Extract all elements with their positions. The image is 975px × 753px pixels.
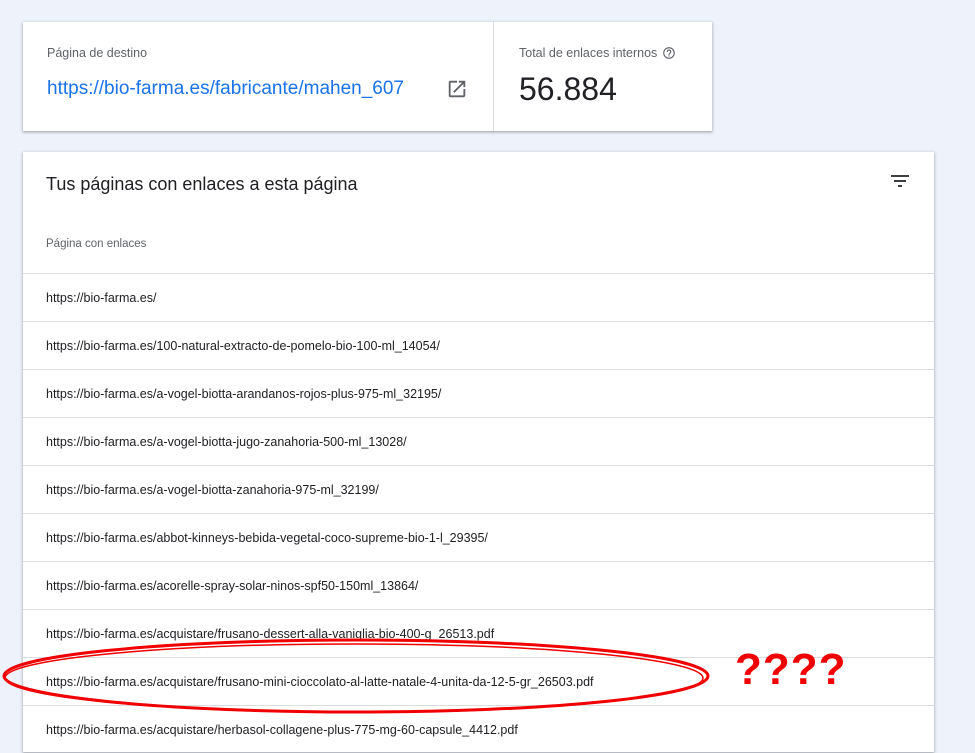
- table-row[interactable]: https://bio-farma.es/acorelle-spray-sola…: [23, 561, 934, 609]
- destination-section: Página de destino https://bio-farma.es/f…: [23, 22, 493, 131]
- destination-label: Página de destino: [47, 46, 148, 60]
- total-label: Total de enlaces internos: [519, 46, 658, 60]
- filter-icon[interactable]: [888, 169, 912, 193]
- open-in-new-icon[interactable]: [446, 78, 468, 100]
- table-row[interactable]: https://bio-farma.es/a-vogel-biotta-aran…: [23, 369, 934, 417]
- table-row[interactable]: https://bio-farma.es/100-natural-extract…: [23, 321, 934, 369]
- total-links-section: Total de enlaces internos 56.884: [494, 22, 712, 131]
- help-icon[interactable]: [662, 46, 676, 60]
- total-label-wrap: Total de enlaces internos: [519, 46, 676, 60]
- table-row[interactable]: https://bio-farma.es/abbot-kinneys-bebid…: [23, 513, 934, 561]
- table-row[interactable]: https://bio-farma.es/acquistare/herbasol…: [23, 705, 934, 753]
- table-row[interactable]: https://bio-farma.es/: [23, 273, 934, 321]
- linking-pages-title: Tus páginas con enlaces a esta página: [46, 174, 358, 194]
- destination-url-link[interactable]: https://bio-farma.es/fabricante/mahen_60…: [47, 78, 404, 100]
- total-links-value: 56.884: [519, 71, 617, 107]
- table-row[interactable]: https://bio-farma.es/a-vogel-biotta-zana…: [23, 465, 934, 513]
- table-row[interactable]: https://bio-farma.es/a-vogel-biotta-jugo…: [23, 417, 934, 465]
- summary-card: Página de destino https://bio-farma.es/f…: [23, 22, 712, 131]
- question-marks-annotation: ????: [735, 645, 847, 694]
- column-header-linking-page[interactable]: Página con enlaces: [46, 238, 146, 250]
